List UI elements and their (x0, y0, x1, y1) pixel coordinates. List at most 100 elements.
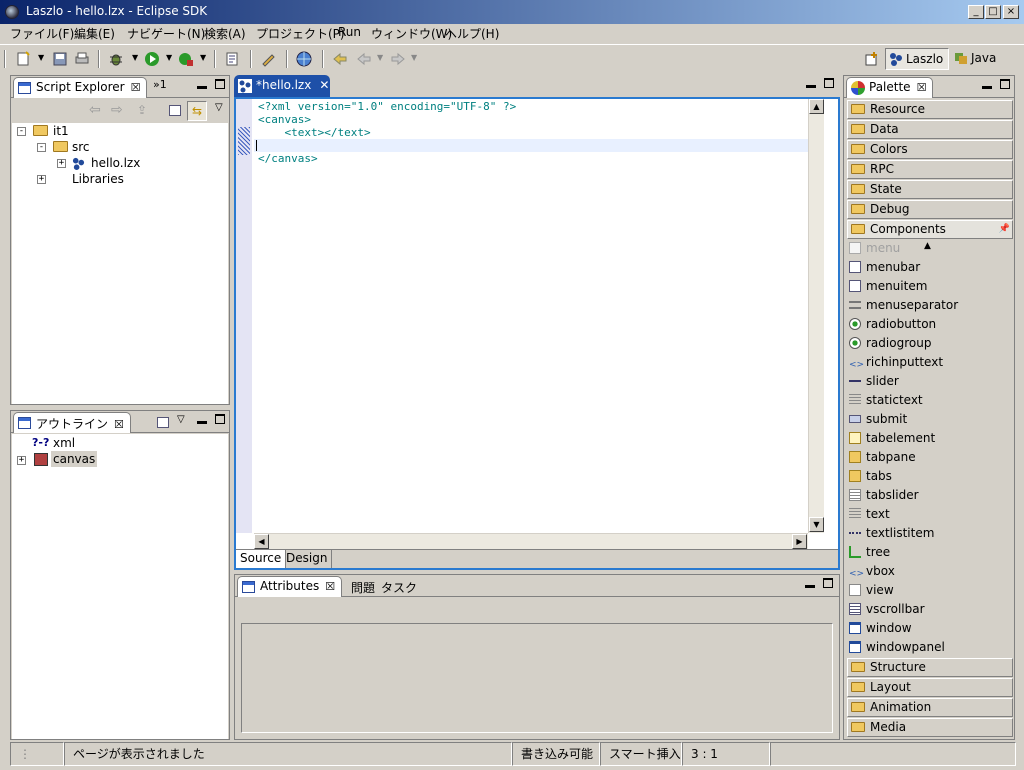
debug-icon[interactable] (108, 51, 124, 67)
maximize-view-icon[interactable] (823, 578, 833, 588)
palette-item-tabpane[interactable]: tabpane (849, 448, 916, 466)
close-icon[interactable]: ✕ (319, 78, 329, 92)
open-perspective-icon[interactable] (865, 52, 879, 66)
forward-dropdown-icon[interactable]: ▼ (411, 53, 417, 62)
palette-drawer-media[interactable]: Media (847, 718, 1013, 737)
code-editor[interactable]: <?xml version="1.0" encoding="UTF-8" ?> … (254, 99, 810, 533)
minimize-view-icon[interactable] (805, 579, 815, 588)
menu-run[interactable]: Run (338, 25, 361, 39)
open-type-icon[interactable] (224, 51, 240, 67)
back-icon[interactable] (356, 51, 372, 67)
tab-source[interactable]: Source (236, 550, 287, 568)
back-icon[interactable]: ⇦ (89, 102, 101, 118)
palette-item-slider[interactable]: slider (849, 372, 899, 390)
tree-item-project[interactable]: it1 (53, 123, 69, 139)
maximize-view-icon[interactable] (215, 414, 225, 424)
palette-item-tabs[interactable]: tabs (849, 467, 892, 485)
tree-item-hello-lzx[interactable]: hello.lzx (91, 155, 140, 171)
new-file-icon[interactable] (16, 51, 32, 67)
menu-window[interactable]: ウィンドウ(W) (371, 25, 452, 42)
scroll-up-button[interactable]: ▲ (809, 99, 824, 114)
view-menu-icon[interactable]: ▽ (177, 414, 185, 426)
collapse-all-icon[interactable] (157, 417, 169, 428)
outline-item-xml[interactable]: xml (53, 435, 75, 451)
back-dropdown-icon[interactable]: ▼ (377, 53, 383, 62)
more-views-indicator[interactable]: »1 (153, 79, 167, 91)
palette-item-menuseparator[interactable]: menuseparator (849, 296, 958, 314)
forward-icon[interactable]: ⇨ (111, 102, 123, 118)
debug-dropdown-icon[interactable]: ▼ (132, 53, 138, 62)
collapse-toggle-icon[interactable]: - (17, 127, 26, 136)
collapse-all-icon[interactable] (169, 105, 181, 116)
palette-drawer-layout[interactable]: Layout (847, 678, 1013, 697)
minimize-view-icon[interactable] (197, 80, 207, 89)
palette-item-menuitem[interactable]: menuitem (849, 277, 927, 295)
palette-item-text[interactable]: text (849, 505, 890, 523)
close-icon[interactable]: ☒ (325, 580, 335, 593)
last-edit-icon[interactable] (332, 51, 348, 67)
palette-drawer-animation[interactable]: Animation (847, 698, 1013, 717)
save-icon[interactable] (52, 51, 68, 67)
tab-design[interactable]: Design (282, 550, 333, 568)
external-tools-icon[interactable] (178, 51, 194, 67)
tab-palette[interactable]: Palette ☒ (846, 77, 934, 98)
maximize-view-icon[interactable] (1000, 79, 1010, 89)
minimize-button[interactable]: _ (968, 5, 984, 19)
scroll-down-button[interactable]: ▼ (809, 517, 824, 532)
perspective-java[interactable]: Java (951, 48, 1011, 70)
new-dropdown-icon[interactable]: ▼ (38, 53, 44, 62)
browser-icon[interactable] (296, 51, 312, 67)
palette-item-textlistitem[interactable]: textlistitem (849, 524, 934, 542)
palette-item-window[interactable]: window (849, 619, 912, 637)
up-folder-icon[interactable]: ⇪ (137, 103, 147, 117)
palette-item-menu[interactable]: menu (849, 239, 900, 257)
menu-file[interactable]: ファイル(F) (10, 25, 74, 42)
tab-tasks[interactable]: タスク (381, 579, 417, 596)
palette-item-menubar[interactable]: menubar (849, 258, 920, 276)
menu-navigate[interactable]: ナビゲート(N) (127, 25, 205, 42)
expand-toggle-icon[interactable]: + (37, 175, 46, 184)
close-icon[interactable]: ☒ (917, 81, 927, 94)
scroll-up-icon[interactable]: ▲ (924, 241, 931, 251)
palette-item-tabelement[interactable]: tabelement (849, 429, 935, 447)
palette-item-radiobutton[interactable]: radiobutton (849, 315, 936, 333)
palette-drawer-debug[interactable]: Debug (847, 200, 1013, 219)
run-dropdown-icon[interactable]: ▼ (166, 53, 172, 62)
menu-edit[interactable]: 編集(E) (74, 25, 115, 42)
scroll-right-button[interactable]: ▶ (792, 534, 807, 549)
editor-vertical-scrollbar[interactable]: ▲ ▼ (808, 99, 824, 533)
minimize-view-icon[interactable] (197, 415, 207, 424)
tab-outline[interactable]: アウトライン ☒ (13, 412, 131, 433)
palette-item-statictext[interactable]: statictext (849, 391, 923, 409)
close-button[interactable]: × (1003, 5, 1019, 19)
palette-item-richinputtext[interactable]: <> richinputtext (849, 353, 943, 371)
palette-item-view[interactable]: view (849, 581, 894, 599)
palette-drawer-rpc[interactable]: RPC (847, 160, 1013, 179)
perspective-laszlo[interactable]: Laszlo (885, 48, 949, 70)
tab-hello-lzx[interactable]: *hello.lzx ✕ (234, 75, 330, 97)
outline-item-canvas[interactable]: canvas (51, 451, 98, 467)
tab-problems[interactable]: 問題 (351, 579, 375, 596)
tree-item-src[interactable]: src (72, 139, 90, 155)
forward-icon[interactable] (390, 51, 406, 67)
palette-drawer-state[interactable]: State (847, 180, 1013, 199)
pin-icon[interactable]: 📌 (999, 221, 1010, 238)
palette-item-vbox[interactable]: <> vbox (849, 562, 895, 580)
palette-drawer-components[interactable]: Components 📌 (847, 220, 1013, 239)
tree-item-libraries[interactable]: Libraries (72, 171, 124, 187)
palette-item-radiogroup[interactable]: radiogroup (849, 334, 931, 352)
run-icon[interactable] (144, 51, 160, 67)
external-tools-dropdown-icon[interactable]: ▼ (200, 53, 206, 62)
palette-item-tabslider[interactable]: tabslider (849, 486, 919, 504)
print-icon[interactable] (74, 51, 90, 67)
maximize-button[interactable]: □ (985, 5, 1001, 19)
menu-help[interactable]: ヘルプ(H) (445, 25, 499, 42)
close-icon[interactable]: ☒ (131, 81, 141, 94)
scroll-left-button[interactable]: ◀ (254, 534, 269, 549)
minimize-view-icon[interactable] (982, 80, 992, 89)
palette-drawer-structure[interactable]: Structure (847, 658, 1013, 677)
tab-script-explorer[interactable]: Script Explorer ☒ (13, 77, 148, 98)
palette-drawer-data[interactable]: Data (847, 120, 1013, 139)
palette-item-windowpanel[interactable]: windowpanel (849, 638, 945, 656)
close-icon[interactable]: ☒ (114, 418, 124, 431)
